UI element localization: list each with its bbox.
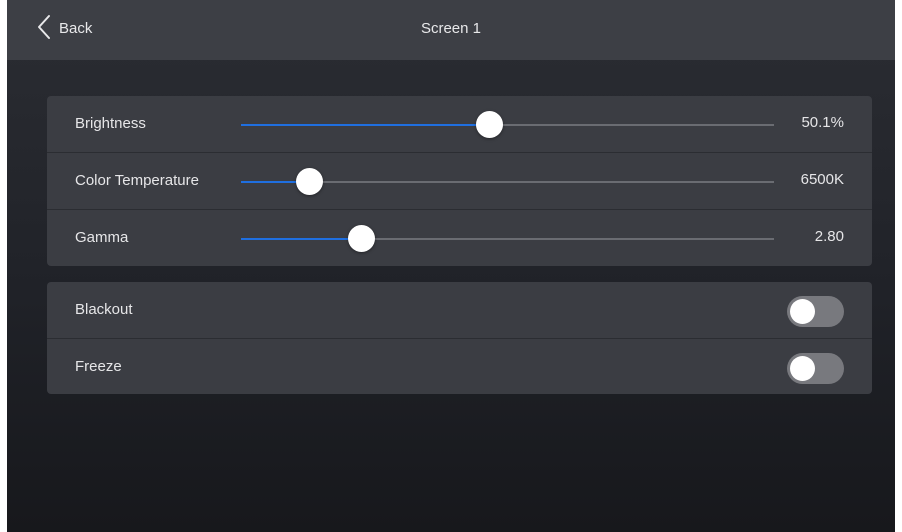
slider-row-gamma: Gamma 2.80 (47, 210, 872, 266)
gamma-slider[interactable] (241, 225, 774, 252)
gamma-value: 2.80 (814, 228, 844, 245)
blackout-toggle-knob (790, 299, 815, 324)
switches-panel: Blackout Freeze (47, 282, 872, 394)
top-bar: Back Screen 1 (7, 0, 895, 60)
gamma-slider-handle[interactable] (348, 225, 376, 252)
color-temperature-slider-handle[interactable] (295, 168, 323, 195)
blackout-toggle[interactable] (787, 296, 844, 327)
freeze-toggle-knob (790, 356, 815, 381)
adjustments-panel: Brightness 50.1% Color Temperature 6500K… (47, 96, 872, 266)
slider-row-brightness: Brightness 50.1% (47, 96, 872, 153)
color-temperature-label: Color Temperature (75, 172, 199, 189)
app-window: Back Screen 1 Brightness 50.1% Color Tem… (7, 0, 895, 532)
brightness-slider-handle[interactable] (475, 111, 503, 138)
color-temperature-value: 6500K (800, 171, 844, 188)
gamma-label: Gamma (75, 229, 129, 246)
color-temperature-slider[interactable] (241, 168, 774, 195)
brightness-value: 50.1% (801, 114, 844, 131)
brightness-slider-fill (241, 124, 489, 126)
brightness-slider[interactable] (241, 111, 774, 138)
freeze-toggle[interactable] (787, 353, 844, 384)
toggle-row-blackout: Blackout (47, 282, 872, 339)
page-title: Screen 1 (420, 20, 482, 37)
blackout-label: Blackout (75, 301, 133, 318)
freeze-label: Freeze (75, 358, 122, 375)
gamma-slider-fill (241, 238, 362, 240)
toggle-row-freeze: Freeze (47, 339, 872, 394)
slider-row-color-temperature: Color Temperature 6500K (47, 153, 872, 210)
brightness-label: Brightness (75, 115, 146, 132)
